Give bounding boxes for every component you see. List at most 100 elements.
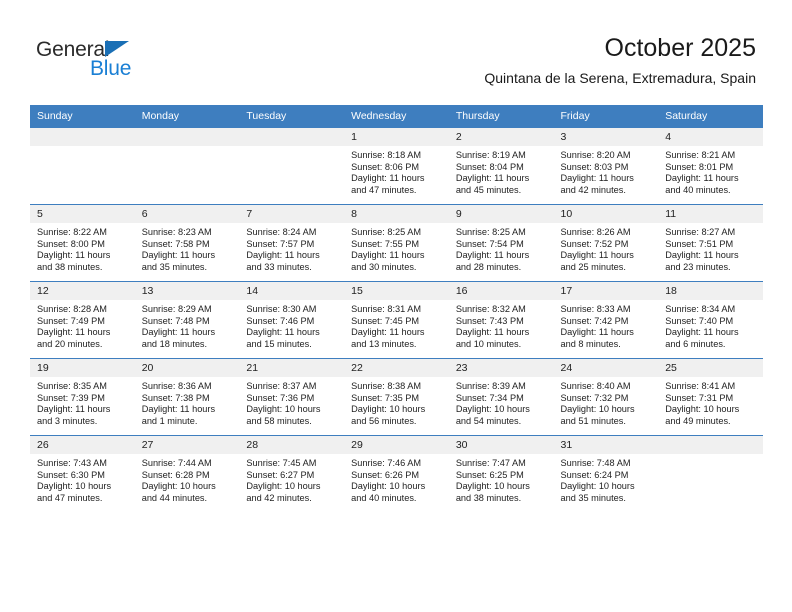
day-number: 9 xyxy=(448,205,554,223)
calendar-day-cell[interactable]: 22 Sunrise: 8:38 AM Sunset: 7:35 PM Dayligh… xyxy=(344,358,449,436)
calendar-body: 1 Sunrise: 8:18 AM Sunset: 8:06 PM Daylight… xyxy=(30,127,763,512)
daylight-text-line2: and 28 minutes. xyxy=(455,261,522,272)
day-details: Sunrise: 8:39 AM Sunset: 7:34 PM Daylight:… xyxy=(449,377,554,427)
calendar-day-cell[interactable]: 19 Sunrise: 8:35 AM Sunset: 7:39 PM Dayligh… xyxy=(30,358,135,436)
sunrise-text: Sunrise: 8:19 AM xyxy=(455,150,526,160)
sunrise-text: Sunrise: 7:46 AM xyxy=(351,458,422,468)
calendar-day-cell[interactable]: 23 Sunrise: 8:39 AM Sunset: 7:34 PM Dayligh… xyxy=(448,358,554,436)
calendar-day-cell[interactable]: 3 Sunrise: 8:20 AM Sunset: 8:03 PM Daylight… xyxy=(553,127,659,205)
daylight-text-line2: and 18 minutes. xyxy=(141,338,208,349)
daylight-text-line2: and 15 minutes. xyxy=(246,338,312,349)
calendar-day-cell[interactable]: 1 Sunrise: 8:18 AM Sunset: 8:06 PM Daylight… xyxy=(344,127,449,205)
daylight-text-line1: Daylight: 11 hours xyxy=(246,327,320,338)
calendar-day-cell[interactable]: 13 Sunrise: 8:29 AM Sunset: 7:48 PM Dayligh… xyxy=(134,281,240,359)
calendar-week-row: 5 Sunrise: 8:22 AM Sunset: 8:00 PM Daylight… xyxy=(30,204,763,282)
day-number: 29 xyxy=(344,436,449,454)
calendar-week-row: 1 Sunrise: 8:18 AM Sunset: 8:06 PM Daylight… xyxy=(30,127,763,205)
daylight-text-line2: and 47 minutes. xyxy=(37,492,103,503)
day-number: 17 xyxy=(553,282,659,300)
daylight-text-line2: and 33 minutes. xyxy=(246,261,312,272)
calendar-day-cell[interactable]: 21 Sunrise: 8:37 AM Sunset: 7:36 PM Dayligh… xyxy=(239,358,345,436)
sunrise-text: Sunrise: 8:25 AM xyxy=(455,227,526,237)
sunset-text: Sunset: 7:57 PM xyxy=(246,238,315,249)
calendar-day-cell[interactable]: 20 Sunrise: 8:36 AM Sunset: 7:38 PM Dayligh… xyxy=(134,358,240,436)
day-details: Sunrise: 7:48 AM Sunset: 6:24 PM Daylight:… xyxy=(554,454,659,504)
daylight-text-line1: Daylight: 11 hours xyxy=(455,250,530,261)
calendar-day-cell[interactable]: 8 Sunrise: 8:25 AM Sunset: 7:55 PM Daylight… xyxy=(344,204,449,282)
day-number: 16 xyxy=(448,282,554,300)
day-details: Sunrise: 8:37 AM Sunset: 7:36 PM Daylight:… xyxy=(239,377,344,427)
daylight-text-line2: and 6 minutes. xyxy=(665,338,726,349)
sunrise-text: Sunrise: 8:31 AM xyxy=(351,304,422,314)
day-number: 26 xyxy=(30,436,135,454)
day-number: 27 xyxy=(134,436,240,454)
calendar-day-cell[interactable]: 4 Sunrise: 8:21 AM Sunset: 8:01 PM Daylight… xyxy=(658,127,763,205)
sunrise-sunset-calendar: Sunday Monday Tuesday Wednesday Thursday… xyxy=(30,105,763,512)
sunset-text: Sunset: 7:46 PM xyxy=(246,315,315,326)
daylight-text-line2: and 3 minutes. xyxy=(37,415,98,426)
calendar-day-cell[interactable]: 30 Sunrise: 7:47 AM Sunset: 6:25 PM Dayligh… xyxy=(448,435,554,512)
day-details: Sunrise: 7:44 AM Sunset: 6:28 PM Daylight:… xyxy=(135,454,240,504)
day-details: Sunrise: 7:45 AM Sunset: 6:27 PM Daylight:… xyxy=(239,454,344,504)
daylight-text-line2: and 45 minutes. xyxy=(455,184,522,195)
calendar-day-cell[interactable]: 11 Sunrise: 8:27 AM Sunset: 7:51 PM Dayligh… xyxy=(658,204,763,282)
daylight-text-line1: Daylight: 11 hours xyxy=(665,327,739,338)
day-details: Sunrise: 8:26 AM Sunset: 7:52 PM Daylight:… xyxy=(554,223,659,273)
calendar-day-cell[interactable]: 16 Sunrise: 8:32 AM Sunset: 7:43 PM Dayligh… xyxy=(448,281,554,359)
calendar-day-cell[interactable]: 14 Sunrise: 8:30 AM Sunset: 7:46 PM Dayligh… xyxy=(239,281,345,359)
calendar-day-cell[interactable]: 2 Sunrise: 8:19 AM Sunset: 8:04 PM Daylight… xyxy=(448,127,554,205)
sunrise-text: Sunrise: 8:41 AM xyxy=(665,381,736,391)
sunrise-text: Sunrise: 8:30 AM xyxy=(246,304,317,314)
calendar-day-cell[interactable]: 6 Sunrise: 8:23 AM Sunset: 7:58 PM Daylight… xyxy=(134,204,240,282)
calendar-day-cell[interactable]: 24 Sunrise: 8:40 AM Sunset: 7:32 PM Dayligh… xyxy=(553,358,659,436)
sunrise-text: Sunrise: 8:25 AM xyxy=(351,227,422,237)
daylight-text-line1: Daylight: 10 hours xyxy=(560,404,635,415)
day-details: Sunrise: 8:35 AM Sunset: 7:39 PM Daylight:… xyxy=(30,377,135,427)
weekday-header-wednesday: Wednesday xyxy=(344,105,449,128)
calendar-day-cell[interactable]: 9 Sunrise: 8:25 AM Sunset: 7:54 PM Daylight… xyxy=(448,204,554,282)
sunrise-text: Sunrise: 8:32 AM xyxy=(455,304,526,314)
sunset-text: Sunset: 6:27 PM xyxy=(246,469,315,480)
day-number: 10 xyxy=(553,205,659,223)
calendar-day-cell[interactable]: 7 Sunrise: 8:24 AM Sunset: 7:57 PM Daylight… xyxy=(239,204,345,282)
day-number: 23 xyxy=(448,359,554,377)
calendar-day-cell[interactable]: 31 Sunrise: 7:48 AM Sunset: 6:24 PM Dayligh… xyxy=(553,435,659,512)
calendar-day-cell[interactable]: 12 Sunrise: 8:28 AM Sunset: 7:49 PM Dayligh… xyxy=(30,281,135,359)
calendar-day-cell[interactable]: 15 Sunrise: 8:31 AM Sunset: 7:45 PM Dayligh… xyxy=(344,281,449,359)
calendar-day-cell[interactable]: 26 Sunrise: 7:43 AM Sunset: 6:30 PM Dayligh… xyxy=(30,435,135,512)
calendar-day-cell[interactable]: 25 Sunrise: 8:41 AM Sunset: 7:31 PM Dayligh… xyxy=(658,358,763,436)
calendar-day-cell[interactable]: 27 Sunrise: 7:44 AM Sunset: 6:28 PM Dayligh… xyxy=(134,435,240,512)
daylight-text-line2: and 44 minutes. xyxy=(141,492,208,503)
day-number xyxy=(658,436,763,454)
day-number: 13 xyxy=(134,282,240,300)
day-details: Sunrise: 7:47 AM Sunset: 6:25 PM Daylight:… xyxy=(449,454,554,504)
sunset-text: Sunset: 7:55 PM xyxy=(351,238,420,249)
day-number: 6 xyxy=(134,205,240,223)
daylight-text-line2: and 38 minutes. xyxy=(37,261,103,272)
sunset-text: Sunset: 6:25 PM xyxy=(455,469,524,480)
daylight-text-line2: and 20 minutes. xyxy=(37,338,103,349)
calendar-day-cell-empty xyxy=(239,127,345,205)
sunrise-text: Sunrise: 8:22 AM xyxy=(37,227,107,237)
day-details: Sunrise: 8:36 AM Sunset: 7:38 PM Daylight:… xyxy=(135,377,240,427)
calendar-day-cell[interactable]: 18 Sunrise: 8:34 AM Sunset: 7:40 PM Dayligh… xyxy=(658,281,763,359)
day-number: 2 xyxy=(448,128,554,146)
day-details: Sunrise: 8:19 AM Sunset: 8:04 PM Daylight:… xyxy=(449,146,554,196)
calendar-day-cell[interactable]: 29 Sunrise: 7:46 AM Sunset: 6:26 PM Dayligh… xyxy=(344,435,449,512)
logo-triangle-icon xyxy=(105,41,129,57)
day-number: 15 xyxy=(344,282,449,300)
calendar-day-cell[interactable]: 17 Sunrise: 8:33 AM Sunset: 7:42 PM Dayligh… xyxy=(553,281,659,359)
day-number: 18 xyxy=(658,282,763,300)
calendar-day-cell[interactable]: 28 Sunrise: 7:45 AM Sunset: 6:27 PM Dayligh… xyxy=(239,435,345,512)
daylight-text-line1: Daylight: 10 hours xyxy=(351,481,426,492)
daylight-text-line1: Daylight: 11 hours xyxy=(246,250,320,261)
sunset-text: Sunset: 7:42 PM xyxy=(560,315,629,326)
sunset-text: Sunset: 6:26 PM xyxy=(351,469,420,480)
day-details: Sunrise: 8:25 AM Sunset: 7:55 PM Daylight:… xyxy=(344,223,449,273)
sunset-text: Sunset: 8:03 PM xyxy=(560,161,629,172)
calendar-day-cell[interactable]: 5 Sunrise: 8:22 AM Sunset: 8:00 PM Daylight… xyxy=(30,204,135,282)
sunset-text: Sunset: 7:35 PM xyxy=(351,392,420,403)
calendar-day-cell[interactable]: 10 Sunrise: 8:26 AM Sunset: 7:52 PM Dayligh… xyxy=(553,204,659,282)
day-details: Sunrise: 8:29 AM Sunset: 7:48 PM Daylight:… xyxy=(135,300,240,350)
day-number: 28 xyxy=(239,436,345,454)
